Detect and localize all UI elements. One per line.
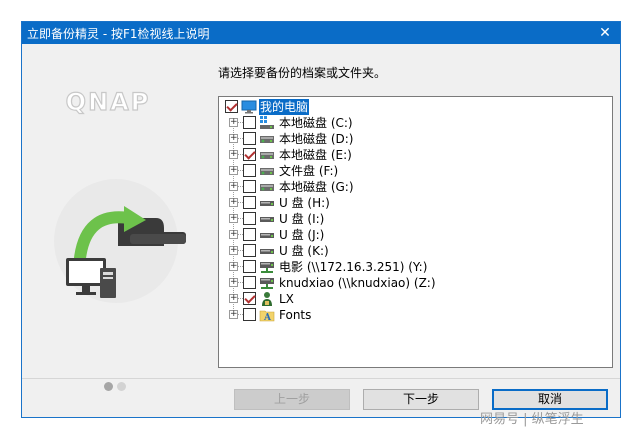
tree-checkbox[interactable] <box>243 116 256 129</box>
tree-label: U 盘 (K:) <box>279 244 329 258</box>
expand-icon[interactable]: + <box>229 230 238 239</box>
tree-label: U 盘 (J:) <box>279 228 325 242</box>
tree-checkbox[interactable] <box>243 164 256 177</box>
prev-button[interactable]: 上一步 <box>234 389 350 410</box>
expand-icon[interactable]: + <box>229 166 238 175</box>
title-bar[interactable]: 立即备份精灵 - 按F1检视线上说明 ✕ <box>22 22 620 44</box>
tree-label: 本地磁盘 (D:) <box>279 132 354 146</box>
tree-label: 电影 (\\172.16.3.251) (Y:) <box>279 260 428 274</box>
tree-label: 我的电脑 <box>259 99 310 115</box>
tree-checkbox[interactable] <box>243 132 256 145</box>
expand-icon[interactable]: + <box>229 310 238 319</box>
expand-icon[interactable]: + <box>229 278 238 287</box>
expand-icon[interactable]: + <box>229 182 238 191</box>
expand-icon[interactable]: + <box>229 118 238 127</box>
page-dot-1[interactable] <box>104 382 113 391</box>
tree-checkbox[interactable] <box>243 308 256 321</box>
page-dot-2[interactable] <box>117 382 126 391</box>
tree-label: 本地磁盘 (G:) <box>279 180 354 194</box>
qnap-logo-text: QNAP <box>66 89 151 115</box>
hard-drive-icon <box>260 136 274 143</box>
qnap-logo: QNAP <box>65 89 151 115</box>
expand-icon[interactable]: + <box>229 150 238 159</box>
usb-drive-icon <box>260 201 274 206</box>
computer-icon <box>241 100 257 114</box>
network-drive-icon <box>260 278 274 289</box>
windows-drive-icon <box>260 116 274 129</box>
file-tree[interactable]: 我的电脑 + 本地磁盘 (C:) + 本地磁盘 (D:) + 本地磁盘 (E:)… <box>218 96 613 368</box>
network-drive-icon <box>260 262 274 273</box>
tree-label: 本地磁盘 (C:) <box>279 116 353 130</box>
expand-icon[interactable]: + <box>229 134 238 143</box>
hard-drive-icon <box>260 152 274 159</box>
expand-icon[interactable]: + <box>229 294 238 303</box>
expand-icon[interactable]: + <box>229 214 238 223</box>
usb-drive-icon <box>260 233 274 238</box>
hard-drive-icon <box>260 168 274 175</box>
cancel-button[interactable]: 取消 <box>492 389 608 410</box>
tree-label: U 盘 (H:) <box>279 196 330 210</box>
tree-checkbox[interactable] <box>243 260 256 273</box>
next-button[interactable]: 下一步 <box>363 389 479 410</box>
expand-icon[interactable]: + <box>229 246 238 255</box>
usb-drive-icon <box>260 217 274 222</box>
tree-label: knudxiao (\\knudxiao) (Z:) <box>279 276 436 290</box>
tree-checkbox[interactable] <box>243 196 256 209</box>
tree-checkbox[interactable] <box>243 148 256 161</box>
expand-icon[interactable]: + <box>229 198 238 207</box>
window-title: 立即备份精灵 - 按F1检视线上说明 <box>27 27 210 41</box>
backup-illustration-icon <box>54 179 186 303</box>
fonts-folder-icon: A <box>259 310 275 323</box>
watermark-text: 网易号 | 纵笔浮生 <box>480 412 584 427</box>
tree-label: 本地磁盘 (E:) <box>279 148 352 162</box>
tree-checkbox[interactable] <box>243 244 256 257</box>
page-indicator <box>104 380 130 394</box>
tree-checkbox[interactable] <box>243 212 256 225</box>
hard-drive-icon <box>260 184 274 191</box>
checkbox-my-computer[interactable] <box>225 100 238 113</box>
close-icon[interactable]: ✕ <box>590 22 620 44</box>
tree-checkbox[interactable] <box>243 180 256 193</box>
tree-label: 文件盘 (F:) <box>279 164 339 178</box>
tree-checkbox[interactable] <box>243 228 256 241</box>
svg-text:A: A <box>263 313 272 323</box>
wizard-side-panel: QNAP <box>22 44 217 391</box>
expand-icon[interactable]: + <box>229 262 238 271</box>
usb-drive-icon <box>260 249 274 254</box>
tree-checkbox[interactable] <box>243 292 256 305</box>
tree-label: Fonts <box>279 308 312 322</box>
tree-checkbox[interactable] <box>243 276 256 289</box>
user-folder-icon <box>262 292 272 306</box>
tree-label: LX <box>279 292 294 306</box>
tree-label: U 盘 (I:) <box>279 212 325 226</box>
footer-divider <box>22 378 620 379</box>
instruction-text: 请选择要备份的档案或文件夹。 <box>218 66 387 80</box>
backup-wizard-window: 立即备份精灵 - 按F1检视线上说明 ✕ QNAP 请选择要备份的档案或文件夹。… <box>21 21 621 418</box>
